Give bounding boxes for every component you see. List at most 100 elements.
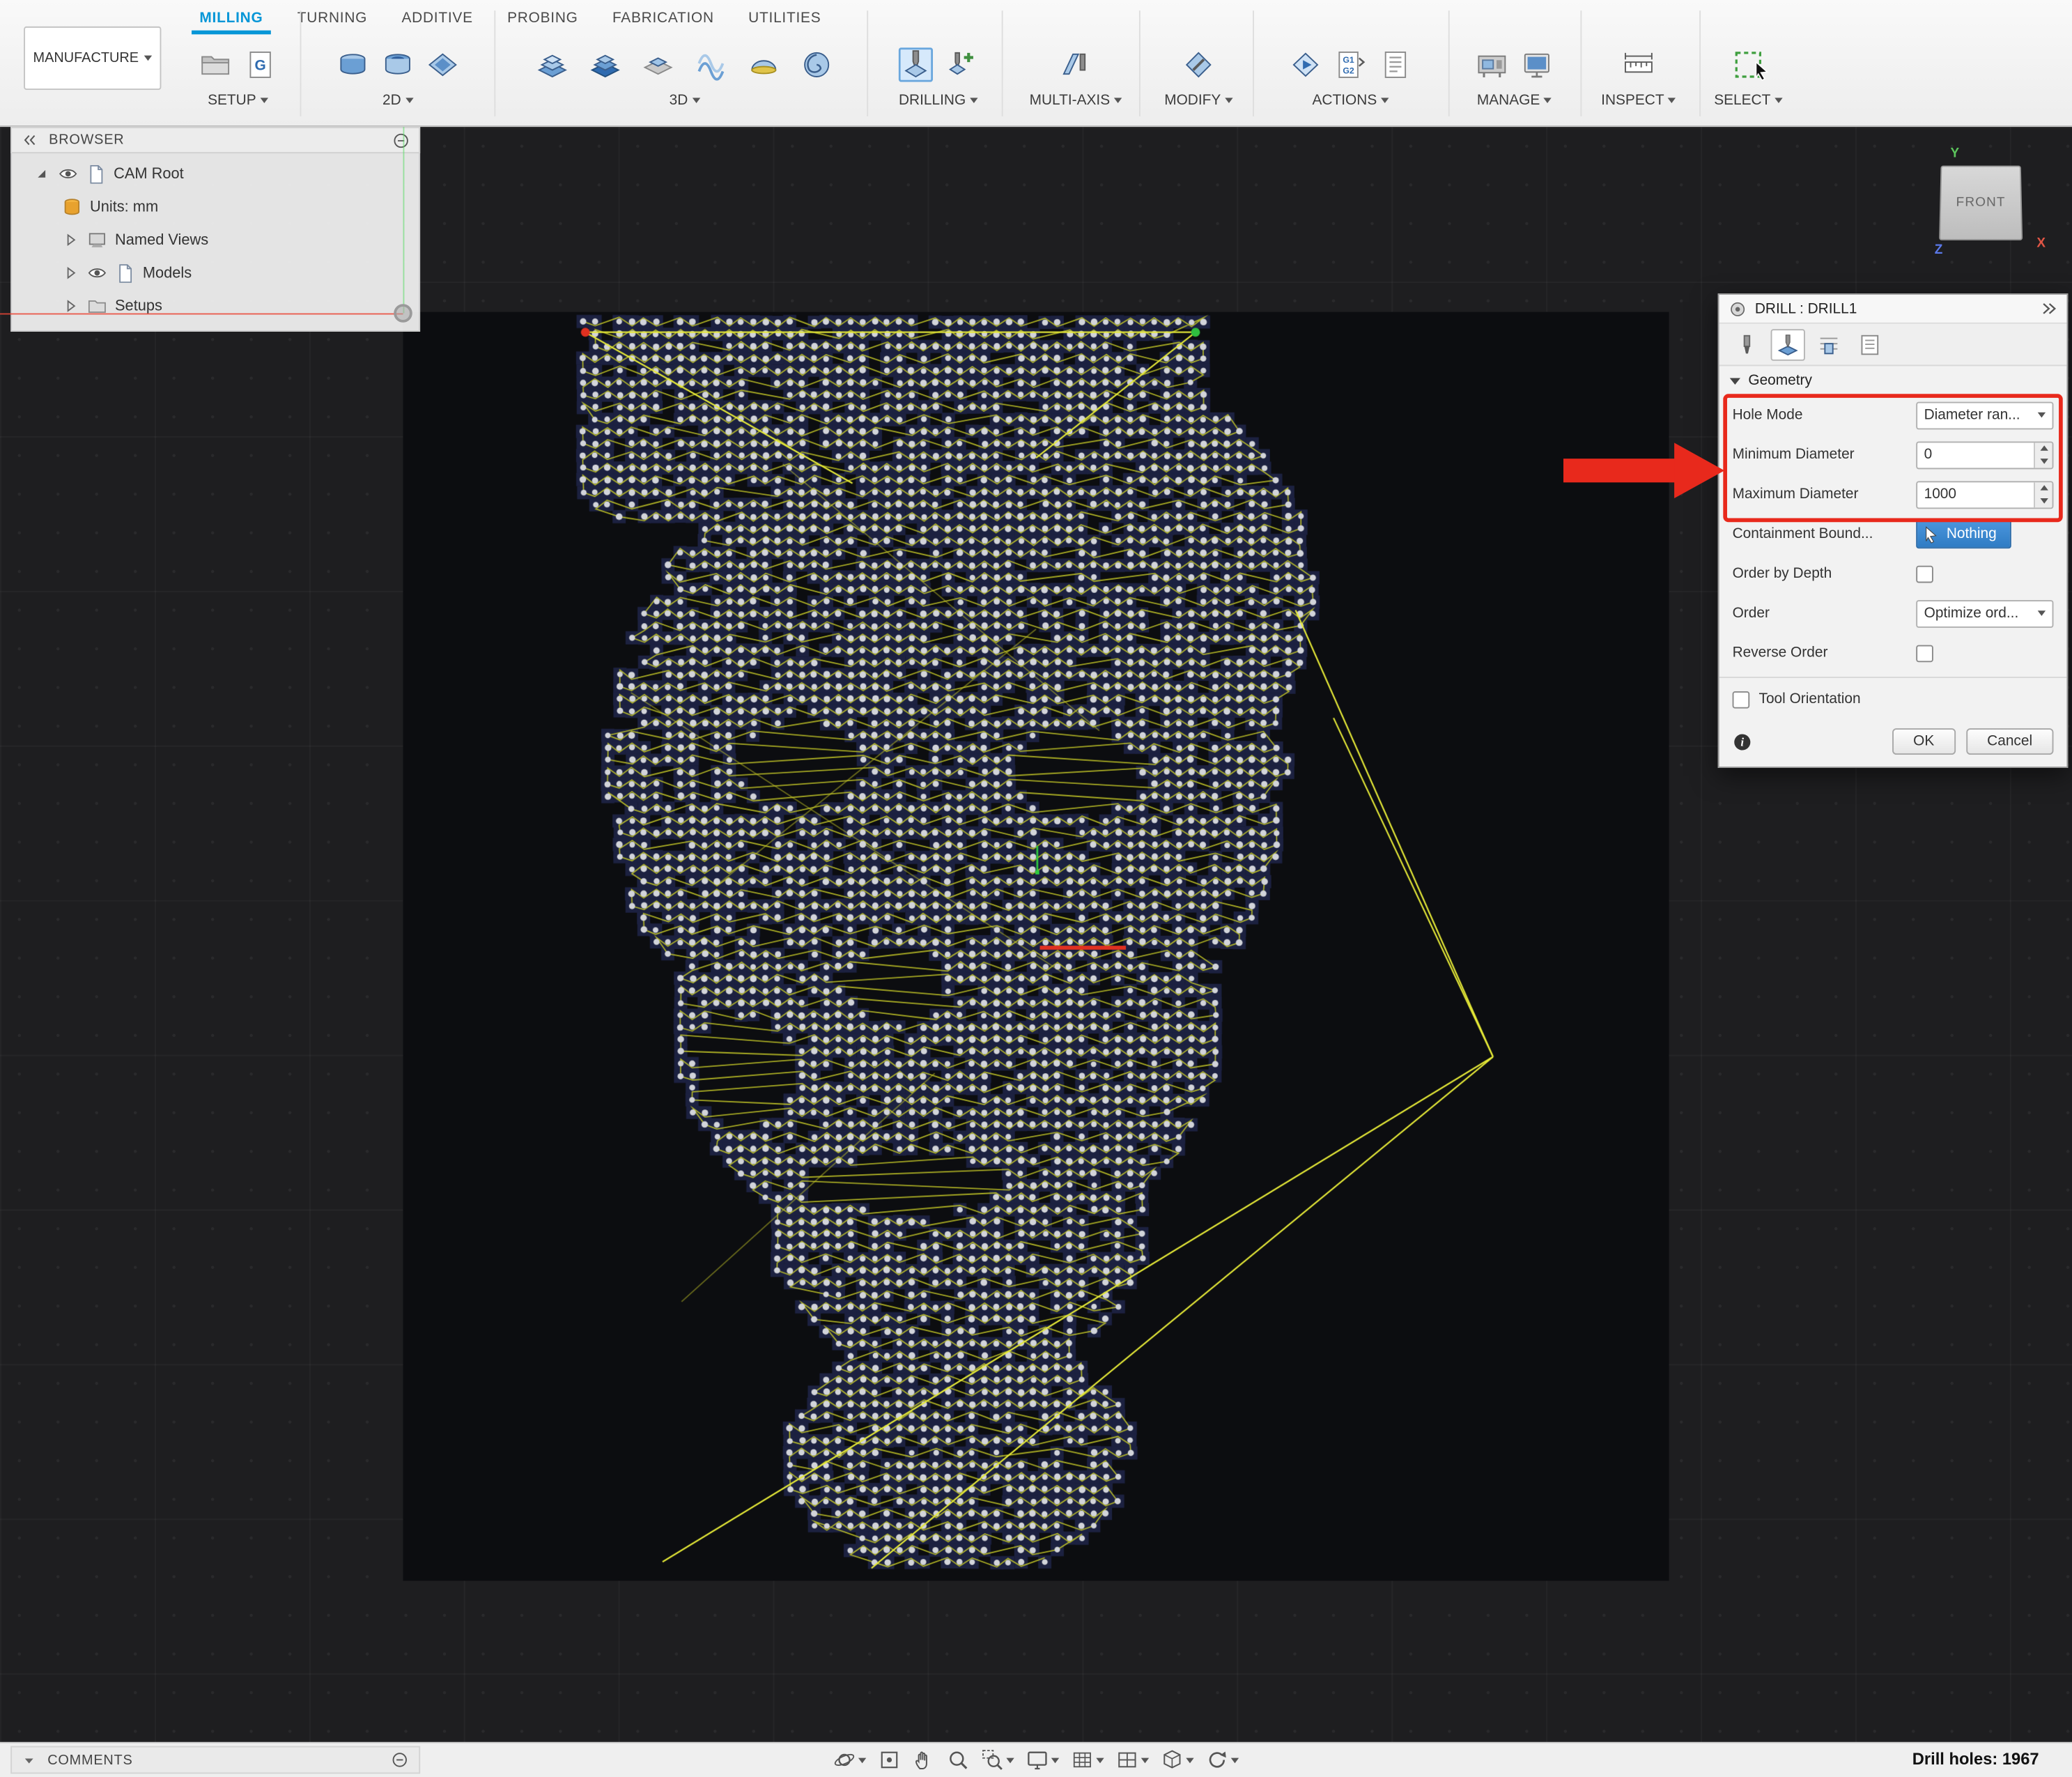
view-cube[interactable]: FRONT Y X Z [1940,164,2024,248]
toolbar-group-label-2d[interactable]: 2D [382,93,413,109]
dialog-tab-tool-tab-icon[interactable] [1730,328,1764,360]
machine-library-icon[interactable] [1475,47,1509,82]
grid-layout-button[interactable] [1071,1748,1104,1771]
spinner-buttons[interactable] [2034,442,2052,467]
expand-closed-icon[interactable] [62,264,79,282]
order-by-depth-checkbox[interactable] [1916,565,1933,583]
refresh-button[interactable] [1206,1748,1239,1771]
info-icon[interactable]: i [1733,732,1752,751]
spin-down-icon[interactable] [2035,454,2052,467]
zoom-button[interactable] [947,1748,969,1771]
tab-utilities[interactable]: UTILITIES [732,0,839,36]
zoom-window-button[interactable] [981,1748,1014,1771]
tab-fabrication[interactable]: FABRICATION [595,0,731,36]
order-label: Order [1733,606,1917,622]
max-diameter-input[interactable]: 1000 [1916,480,2053,508]
browser-item-named-views[interactable]: Named Views [12,224,419,256]
toolpath-canvas[interactable] [403,312,1669,1581]
setup-sheet-icon[interactable] [1378,47,1412,82]
modify-icon[interactable] [1182,47,1216,82]
post-process-icon[interactable]: G1G2 [1333,47,1368,82]
chevron-down-icon [1096,1757,1104,1763]
pan-button[interactable] [913,1748,935,1771]
browser-item-cam-root[interactable]: CAM Root [12,157,419,190]
scallop-3d-icon[interactable] [747,47,781,82]
spinner-buttons[interactable] [2034,482,2052,507]
spin-up-icon[interactable] [2035,442,2052,454]
viewcube-front-face[interactable]: FRONT [1939,166,2023,240]
dock-left-icon[interactable] [21,132,37,148]
spin-down-icon[interactable] [2035,494,2052,507]
tool-library-icon[interactable] [1520,47,1554,82]
drill-add-icon[interactable] [943,47,977,82]
tab-milling[interactable]: MILLING [183,0,280,36]
order-dropdown[interactable]: Optimize ord... [1916,599,2053,627]
toolbar-group-label-drilling[interactable]: DRILLING [899,93,977,109]
fusion-manufacture-app: MANUFACTURE MILLINGTURNINGADDITIVEPROBIN… [0,0,2072,1777]
simulate-icon[interactable] [1288,47,1322,82]
chevron-down-icon [1668,98,1676,103]
panel-menu-icon[interactable] [392,132,410,149]
collapse-panel-icon[interactable] [2041,300,2058,318]
adaptive-3d-icon[interactable] [535,47,569,82]
toolbar-group-label-modify[interactable]: MODIFY [1164,93,1232,109]
expand-closed-icon[interactable] [62,231,79,249]
measure-icon[interactable] [1621,47,1655,82]
tab-probing[interactable]: PROBING [490,0,595,36]
toolbar-group-label-setup[interactable]: SETUP [208,93,268,109]
expand-open-icon[interactable] [33,165,50,183]
toolbar-group-label-manage[interactable]: MANAGE [1477,93,1552,109]
parallel-3d-icon[interactable] [694,47,728,82]
browser-item-units-mm[interactable]: Units: mm [12,190,419,223]
containment-nothing-button[interactable]: Nothing [1916,519,2011,548]
min-diameter-input[interactable]: 0 [1916,441,2053,469]
gcode-doc-icon[interactable]: G [243,47,277,82]
section-collapse-icon[interactable] [1730,378,1740,384]
pocket-3d-icon[interactable] [588,47,622,82]
toolbar-separator [1448,10,1450,116]
hole-mode-dropdown[interactable]: Diameter ran... [1916,401,2053,429]
tab-additive[interactable]: ADDITIVE [385,0,490,36]
drill-dialog: DRILL : DRILL1 Geometry Hole Mode Diamet… [1718,293,2069,768]
comments-panel[interactable]: COMMENTS [10,1746,420,1774]
visual-style-button[interactable] [1161,1748,1193,1771]
tool-orientation-checkbox[interactable] [1733,691,1750,708]
viewports-button[interactable] [1116,1748,1149,1771]
tab-turning[interactable]: TURNING [280,0,385,36]
swarf-icon[interactable] [1058,47,1092,82]
pocket-2d-icon[interactable] [380,47,415,82]
spiral-3d-icon[interactable] [800,47,834,82]
toolbar-group-label-select[interactable]: SELECT [1714,93,1782,109]
orbit-button[interactable] [833,1748,866,1771]
display-settings-button[interactable] [1026,1748,1059,1771]
dialog-tab-passes-tab-icon[interactable] [1853,328,1887,360]
toolbar-group-label-inspect[interactable]: INSPECT [1601,93,1676,109]
spin-up-icon[interactable] [2035,482,2052,494]
flat-3d-icon[interactable] [641,47,675,82]
geometry-section-header[interactable]: Geometry [1719,366,2067,395]
min-diameter-label: Minimum Diameter [1733,447,1917,463]
expand-closed-icon[interactable] [62,298,79,315]
panel-menu-icon[interactable] [391,1751,408,1769]
dialog-tab-heights-tab-icon[interactable] [1811,328,1846,360]
workspace-switcher-button[interactable]: MANUFACTURE [24,26,161,90]
toolbar-group-label-multi-axis[interactable]: MULTI-AXIS [1030,93,1122,109]
ok-button[interactable]: OK [1892,728,1956,755]
dialog-tab-geometry-tab-icon[interactable] [1771,328,1805,360]
dialog-titlebar[interactable]: DRILL : DRILL1 [1719,295,2067,324]
face-2d-icon[interactable] [336,47,370,82]
comments-expand-icon[interactable] [22,1753,36,1767]
folder-icon[interactable] [199,47,233,82]
reverse-order-checkbox[interactable] [1916,645,1933,662]
svg-text:i: i [1740,735,1744,748]
browser-item-models[interactable]: Models [12,256,419,289]
toolbar-group-label-3d[interactable]: 3D [670,93,700,109]
cancel-button[interactable]: Cancel [1966,728,2054,755]
contour-2d-icon[interactable] [426,47,460,82]
drill-icon[interactable] [899,47,933,82]
axis-z-label: Z [1935,243,1943,258]
toolbar-group-label-actions[interactable]: ACTIONS [1313,93,1389,109]
look-at-button[interactable] [878,1748,900,1771]
browser-item-setups[interactable]: Setups [12,289,419,322]
browser-header[interactable]: BROWSER [10,127,420,153]
